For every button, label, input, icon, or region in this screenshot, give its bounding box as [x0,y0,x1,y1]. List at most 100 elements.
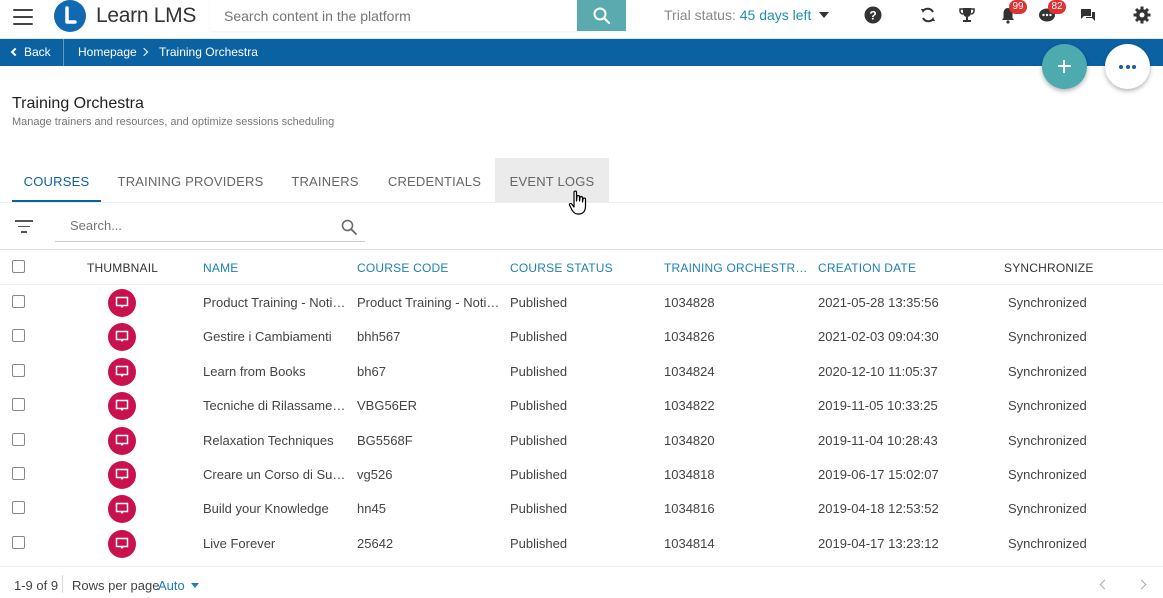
column-creation-date[interactable]: CREATION DATE [818,261,958,275]
sync-status: Synchronized [1008,432,1087,448]
course-status: Published [510,501,568,517]
sync-status: Synchronized [1008,467,1087,482]
course-code: bhh567 [357,329,401,345]
next-page-icon[interactable] [1136,579,1147,590]
creation-date: 2019-06-17 15:02:07 [818,467,939,482]
creation-date: 2019-11-04 10:28:43 [818,432,938,448]
table-row[interactable]: Tecniche di Rilassamento VBG56ER Published… [0,388,1163,423]
course-code: vg526 [357,467,393,482]
row-checkbox[interactable] [12,535,25,549]
table-row[interactable]: Creare un Corso di Succ... vg526 Published… [0,457,1163,492]
course-name: Product Training - Notifi... [203,295,348,310]
breadcrumb-current: Training Orchestra [159,45,258,59]
course-code: hn45 [357,501,386,517]
tab-event-logs[interactable]: EVENT LOGS [495,158,609,202]
filter-icon[interactable] [15,220,33,234]
training-orchestra-id: 1034824 [664,363,715,379]
course-thumbnail-icon [108,461,136,489]
column-training-orchestra-id[interactable]: TRAINING ORCHESTRA ... [664,261,809,275]
creation-date: 2020-12-10 11:05:37 [818,363,938,379]
trial-status[interactable]: Trial status: 45 days left [664,7,830,23]
sync-status: Synchronized [1008,535,1087,551]
search-icon[interactable] [341,219,357,235]
sync-status: Synchronized [1008,363,1087,379]
hand-cursor-icon [568,190,587,215]
training-orchestra-id: 1034826 [664,329,715,345]
breadcrumb-home-link[interactable]: Homepage [78,45,137,59]
row-checkbox[interactable] [12,501,25,515]
search-input[interactable] [210,0,578,31]
search-icon [593,7,610,24]
add-button[interactable] [1042,44,1087,89]
previous-page-icon[interactable] [1099,579,1110,590]
row-checkbox[interactable] [12,363,25,377]
course-code: 25642 [357,535,394,551]
help-icon[interactable]: ? [864,6,884,26]
course-name: Relaxation Techniques [203,432,334,448]
sync-icon[interactable] [919,6,939,26]
table-row[interactable]: Live Forever 25642 Published 1034814 2019-04… [0,526,1163,561]
footer-divider [62,575,63,593]
course-thumbnail-icon [108,289,136,317]
course-status: Published [510,398,568,414]
caret-down-icon [819,12,830,18]
tab-training-providers[interactable]: TRAINING PROVIDERS [106,158,275,202]
table-search-input[interactable] [55,210,365,242]
menu-icon[interactable] [13,9,33,25]
course-thumbnail-icon [108,392,136,421]
column-name[interactable]: NAME [203,261,343,275]
row-checkbox[interactable] [12,295,25,308]
column-thumbnail: THUMBNAIL [87,261,159,275]
chat-icon[interactable]: 82 [1038,0,1066,26]
tab-credentials[interactable]: CREDENTIALS [376,158,493,202]
table-row[interactable]: Relaxation Techniques BG5568F Published 103… [0,423,1163,458]
table-footer: 1-9 of 9 Rows per page Auto [0,566,1163,598]
row-checkbox[interactable] [12,398,25,412]
table-row[interactable]: Gestire i Cambiamenti bhh567 Published 1034… [0,319,1163,354]
creation-date: 2019-04-18 12:53:52 [818,501,939,517]
breadcrumb: Back Homepage Training Orchestra [0,39,1163,66]
sync-status: Synchronized [1008,329,1087,345]
row-checkbox[interactable] [12,467,25,480]
settings-icon[interactable] [1133,6,1153,26]
course-name: Live Forever [203,535,276,551]
page-subtitle: Manage trainers and resources, and optim… [12,116,335,128]
course-status: Published [510,535,568,551]
forum-icon[interactable] [1079,6,1099,26]
trophy-icon[interactable] [958,6,978,26]
top-bar: Learn LMS Trial status: 45 days left ? 9… [0,0,1163,39]
table-row[interactable]: Learn from Books bh67 Published 1034824 2020… [0,354,1163,389]
course-name: Gestire i Cambiamenti [203,329,332,345]
course-status: Published [510,467,568,482]
rows-per-page-value: Auto [158,578,185,593]
training-orchestra-id: 1034822 [664,398,715,414]
select-all-checkbox[interactable] [12,260,25,273]
chevron-left-icon [10,47,20,57]
breadcrumb-divider [63,39,64,66]
sync-status: Synchronized [1008,398,1087,414]
row-checkbox[interactable] [12,329,25,343]
tab-courses[interactable]: COURSES [12,158,101,202]
training-orchestra-id: 1034820 [664,432,715,448]
logo-icon[interactable] [54,0,86,32]
creation-date: 2021-05-28 13:35:56 [818,295,939,310]
creation-date: 2019-11-05 10:33:25 [818,398,938,414]
column-course-status[interactable]: COURSE STATUS [510,261,650,275]
search-button[interactable] [577,0,626,31]
table-row[interactable]: Build your Knowledge hn45 Published 1034816… [0,491,1163,526]
sync-status: Synchronized [1008,501,1087,517]
creation-date: 2021-02-03 09:04:30 [818,329,939,345]
course-code: BG5568F [357,432,413,448]
course-thumbnail-icon [108,529,136,558]
training-orchestra-id: 1034818 [664,467,715,482]
column-course-code[interactable]: COURSE CODE [357,261,497,275]
more-options-button[interactable] [1105,44,1150,89]
rows-per-page-select[interactable]: Auto [158,578,199,593]
row-checkbox[interactable] [12,432,25,446]
table-row[interactable]: Product Training - Notifi... Product Trai… [0,285,1163,320]
bell-icon[interactable]: 99 [999,0,1027,26]
rows-per-page-label: Rows per page [72,578,160,593]
back-button[interactable]: Back [10,45,51,59]
caret-down-icon [190,583,199,588]
tab-trainers[interactable]: TRAINERS [280,158,370,202]
